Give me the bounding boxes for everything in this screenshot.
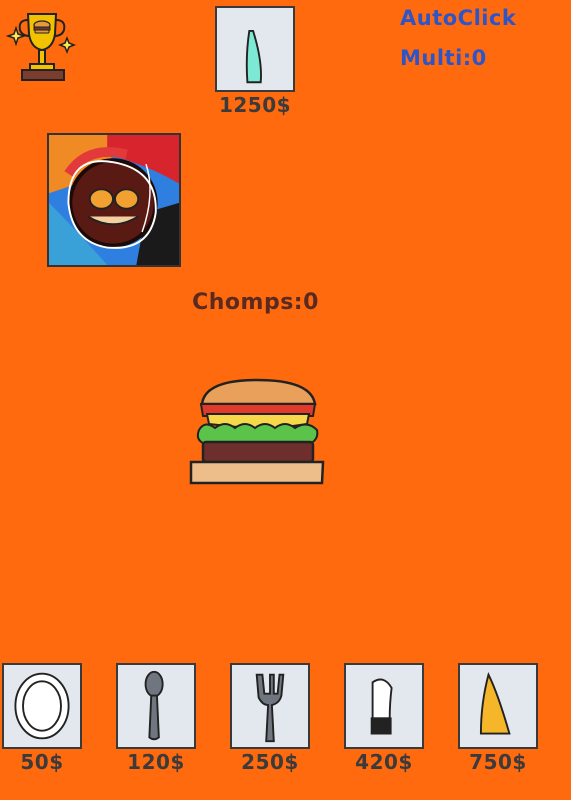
fork-icon [255,673,285,743]
burger-clicker-button[interactable] [185,378,330,490]
character-portrait[interactable] [47,133,181,267]
shop-item-knife[interactable] [344,663,424,749]
multiplier-label: Multi:0 [400,46,487,70]
chomper-character-icon [49,135,179,265]
chomps-counter-text: Chomps:0 [192,290,319,315]
knife-icon [370,678,393,735]
shop-price-plate: 50$ [20,750,64,774]
shop-price-knife: 420$ [355,750,413,774]
shop-item-teal-knife[interactable] [215,6,295,92]
burger-icon [189,378,325,485]
shop-item-gold-knife[interactable] [458,663,538,749]
shop-price-gold-knife: 750$ [469,750,527,774]
shop-price-spoon: 120$ [127,750,185,774]
trophy-achievements-button[interactable] [5,8,77,84]
shop-price-teal-knife: 1250$ [218,93,292,117]
plate-icon [14,672,70,740]
gold-knife-icon [479,671,511,735]
shop-item-plate[interactable] [2,663,82,749]
autoclick-label: AutoClick [400,6,517,30]
shop-item-spoon[interactable] [116,663,196,749]
shop-price-fork: 250$ [241,750,299,774]
shop-item-fork[interactable] [230,663,310,749]
chomps-counter: Chomps:0 [0,290,571,315]
spoon-icon [144,670,164,741]
trophy-icon [5,13,77,81]
teal-knife-icon [245,29,262,84]
